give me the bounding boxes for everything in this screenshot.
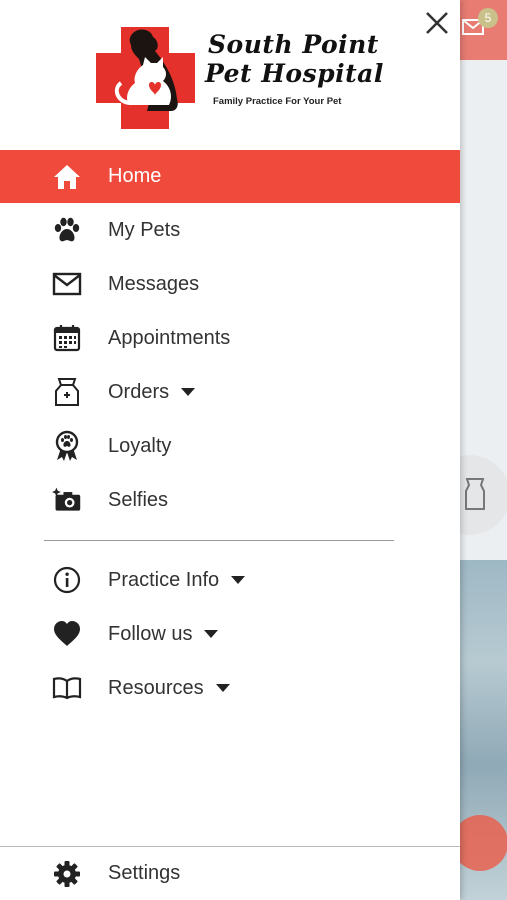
chevron-down-icon	[231, 576, 246, 585]
notification-badge: 5	[478, 8, 498, 28]
heart-icon	[52, 619, 82, 649]
logo-title-line2: Pet Hospital	[205, 59, 384, 88]
menu-item-label: Follow us	[108, 622, 193, 645]
info-icon	[52, 565, 82, 595]
background-app: 5	[460, 0, 507, 900]
menu-item-label: Practice Info	[108, 568, 220, 591]
menu-item-label: Resources	[108, 676, 204, 699]
gear-icon	[52, 859, 82, 889]
primary-menu: Home My Pets Messages Appointments Order…	[0, 150, 460, 527]
envelope-icon	[52, 269, 82, 299]
chevron-down-icon	[204, 630, 219, 639]
hospital-logo: South Point Pet Hospital Family Practice…	[95, 25, 383, 133]
menu-item-resources[interactable]: Resources	[0, 661, 460, 715]
menu-item-my-pets[interactable]: My Pets	[0, 203, 460, 257]
calendar-icon	[52, 323, 82, 353]
menu-item-label: Loyalty	[108, 434, 172, 457]
award-ribbon-icon	[52, 430, 82, 461]
menu-divider	[44, 540, 394, 541]
menu-item-home[interactable]: Home	[0, 150, 460, 203]
paw-icon	[52, 215, 82, 245]
menu-item-label: Settings	[108, 862, 181, 884]
background-orders-button	[460, 455, 507, 535]
logo-tagline: Family Practice For Your Pet	[213, 96, 342, 107]
background-top-bar: 5	[460, 0, 507, 60]
menu-item-orders[interactable]: Orders	[0, 365, 460, 419]
menu-item-messages[interactable]: Messages	[0, 257, 460, 311]
food-bag-icon	[465, 478, 485, 510]
menu-item-appointments[interactable]: Appointments	[0, 311, 460, 365]
menu-item-label: Appointments	[108, 326, 231, 349]
book-icon	[52, 673, 82, 703]
navigation-drawer: South Point Pet Hospital Family Practice…	[0, 0, 460, 900]
menu-item-label: Home	[108, 165, 162, 187]
logo-title-line1: South Point	[208, 30, 379, 59]
menu-item-loyalty[interactable]: Loyalty	[0, 419, 460, 473]
menu-item-settings[interactable]: Settings	[0, 847, 460, 900]
food-bag-icon	[52, 377, 82, 407]
close-icon	[426, 12, 448, 34]
menu-item-selfies[interactable]: Selfies	[0, 473, 460, 527]
chevron-down-icon	[181, 388, 196, 397]
home-icon	[52, 162, 82, 192]
menu-item-label: Selfies	[108, 488, 169, 511]
background-fab	[460, 815, 507, 871]
camera-icon	[52, 485, 82, 515]
menu-item-follow-us[interactable]: Follow us	[0, 607, 460, 661]
menu-item-practice-info[interactable]: Practice Info	[0, 553, 460, 607]
menu-item-label: Orders	[108, 380, 170, 403]
menu-item-label: My Pets	[108, 218, 181, 241]
chevron-down-icon	[215, 684, 230, 693]
menu-item-label: Messages	[108, 272, 200, 295]
secondary-menu: Practice Info Follow us Resources	[0, 553, 460, 715]
close-button[interactable]	[422, 8, 452, 38]
logo-cross-icon	[96, 27, 195, 129]
